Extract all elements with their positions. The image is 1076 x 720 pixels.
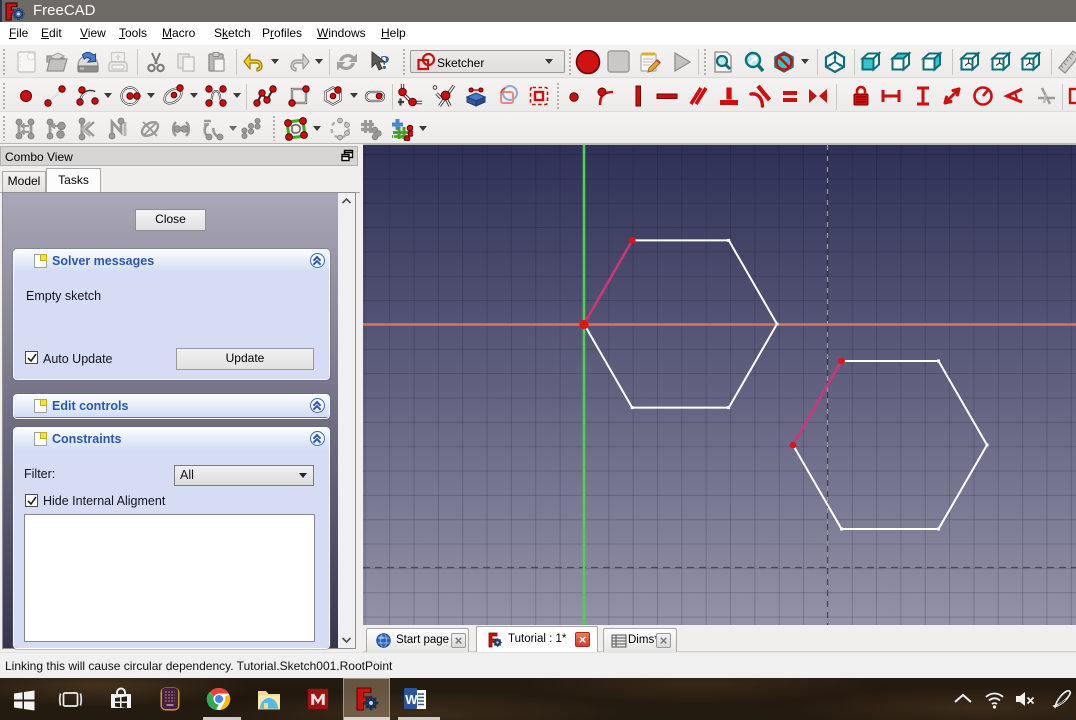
svg-text:?: ?	[380, 52, 390, 74]
svg-text:W: W	[405, 692, 418, 707]
